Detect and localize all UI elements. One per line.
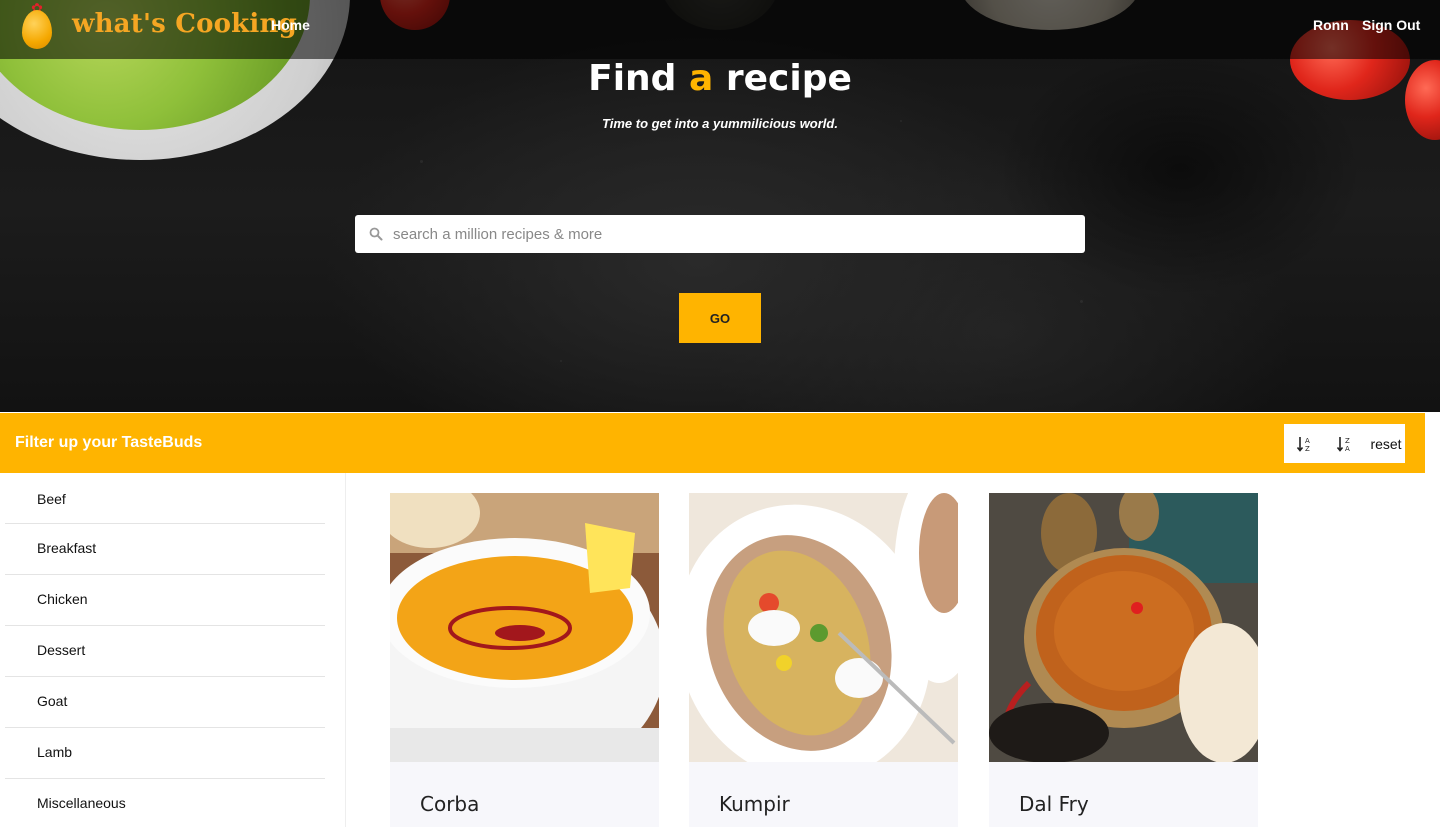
- sort-za-button[interactable]: Z A: [1328, 424, 1362, 463]
- category-item-lamb[interactable]: Lamb: [5, 728, 325, 779]
- nav-signout-link[interactable]: Sign Out: [1362, 17, 1420, 33]
- nav-user-link[interactable]: Ronn: [1313, 17, 1349, 33]
- category-item-chicken[interactable]: Chicken: [5, 575, 325, 626]
- recipe-card[interactable]: Corba: [390, 493, 659, 827]
- sort-alpha-desc-icon: Z A: [1336, 436, 1350, 453]
- search-input[interactable]: [393, 215, 1073, 253]
- egg-logo-icon: [22, 10, 52, 49]
- recipe-title: Corba: [420, 792, 480, 816]
- category-sidebar: Beef Breakfast Chicken Dessert Goat Lamb…: [5, 473, 325, 827]
- filter-title: Filter up your TasteBuds: [15, 434, 203, 451]
- svg-text:A: A: [1345, 445, 1350, 453]
- svg-text:Z: Z: [1305, 445, 1310, 453]
- hero-banner: Find a recipe Time to get into a yummili…: [0, 0, 1440, 412]
- filter-bar: Filter up your TasteBuds A Z Z A reset: [0, 413, 1425, 473]
- category-item-miscellaneous[interactable]: Miscellaneous: [5, 779, 325, 827]
- logo-text: what's Cooking: [72, 9, 297, 39]
- page-title: Find a recipe: [588, 58, 852, 99]
- recipe-image[interactable]: [689, 493, 958, 762]
- go-button[interactable]: GO: [679, 293, 761, 343]
- recipe-title: Dal Fry: [1019, 792, 1089, 816]
- category-item-goat[interactable]: Goat: [5, 677, 325, 728]
- sort-az-button[interactable]: A Z: [1288, 424, 1322, 463]
- search-box: [355, 215, 1085, 253]
- top-navbar: ✿ what's Cooking Home Ronn Sign Out: [0, 0, 1440, 59]
- sort-alpha-asc-icon: A Z: [1296, 436, 1310, 453]
- recipe-image[interactable]: [989, 493, 1258, 762]
- svg-text:A: A: [1305, 437, 1310, 445]
- category-item-dessert[interactable]: Dessert: [5, 626, 325, 677]
- sidebar-divider: [345, 473, 346, 827]
- recipe-title: Kumpir: [719, 792, 790, 816]
- category-item-breakfast[interactable]: Breakfast: [5, 524, 325, 575]
- category-item-beef[interactable]: Beef: [5, 473, 325, 524]
- page-subtitle: Time to get into a yummilicious world.: [602, 116, 838, 131]
- sort-panel: A Z Z A reset: [1284, 424, 1405, 463]
- svg-text:Z: Z: [1345, 437, 1350, 445]
- reset-button[interactable]: reset: [1367, 424, 1405, 463]
- recipe-card[interactable]: Dal Fry: [989, 493, 1258, 827]
- recipe-card[interactable]: Kumpir: [689, 493, 958, 827]
- recipe-image[interactable]: [390, 493, 659, 762]
- nav-home-link[interactable]: Home: [271, 17, 310, 33]
- search-icon: [369, 227, 383, 241]
